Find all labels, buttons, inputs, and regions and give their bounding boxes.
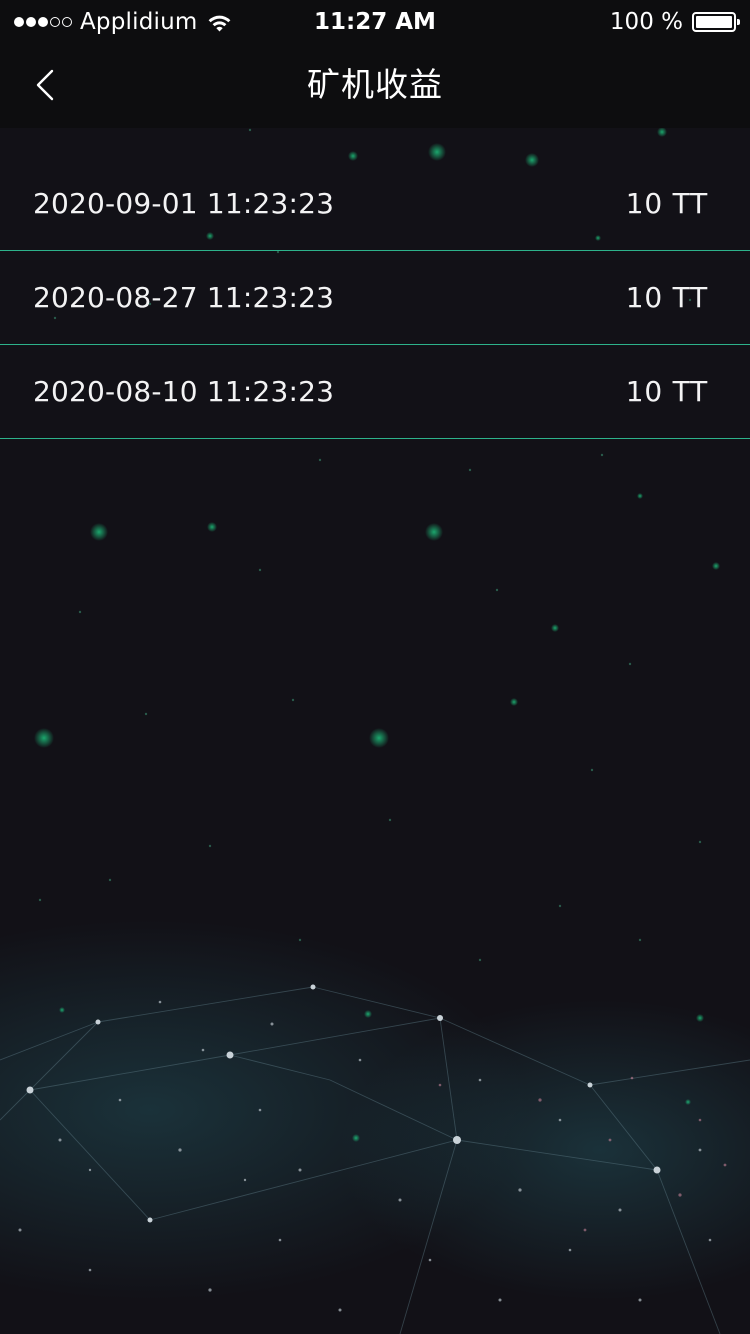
record-amount: 10 TT — [625, 186, 708, 220]
battery-tip — [737, 19, 740, 25]
list-item[interactable]: 2020-09-01 11:23:23 10 TT — [0, 156, 750, 251]
battery-level — [696, 16, 732, 28]
list-item[interactable]: 2020-08-27 11:23:23 10 TT — [0, 251, 750, 345]
list-item[interactable]: 2020-08-10 11:23:23 10 TT — [0, 345, 750, 439]
status-right: 100 % — [609, 8, 740, 36]
status-bar: Applidium 11:27 AM 100 % — [0, 0, 750, 42]
navigation-bar: 矿机收益 — [0, 42, 750, 128]
record-amount: 10 TT — [625, 375, 708, 408]
page-title: 矿机收益 — [307, 65, 443, 104]
battery-icon — [692, 12, 740, 32]
earnings-list: 2020-09-01 11:23:23 10 TT 2020-08-27 11:23… — [0, 156, 750, 439]
record-date: 2020-08-10 11:23:23 — [33, 375, 335, 408]
battery-percentage: 100 % — [609, 9, 683, 35]
record-date: 2020-08-27 11:23:23 — [33, 281, 335, 314]
record-amount: 10 TT — [625, 281, 708, 314]
record-date: 2020-09-01 11:23:23 — [33, 186, 335, 220]
